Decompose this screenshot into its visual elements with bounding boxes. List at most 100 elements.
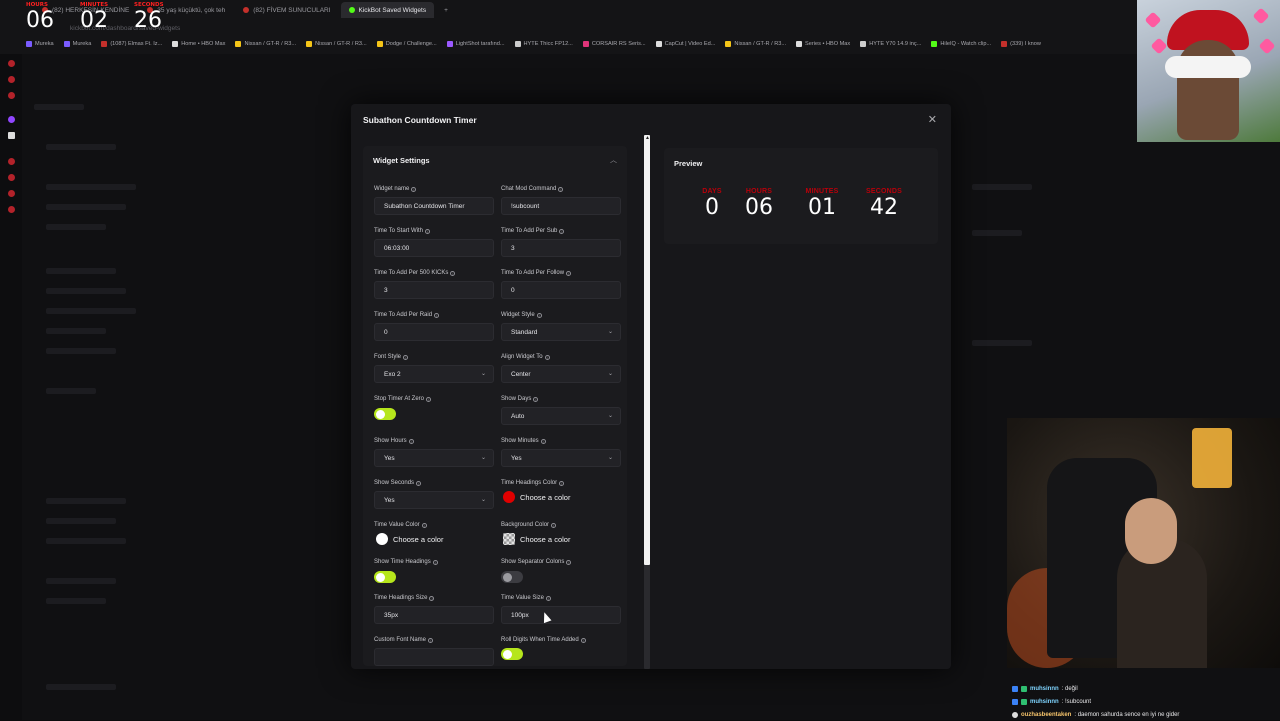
show-seconds-select[interactable]: Yes ⌄	[374, 491, 494, 509]
instagram-icon[interactable]	[8, 158, 15, 165]
time-value-color-picker[interactable]: Choose a color	[376, 533, 443, 545]
youtube-icon[interactable]	[8, 76, 15, 83]
new-tab-button[interactable]: +	[436, 2, 456, 18]
show-days-label: Show Days i	[501, 396, 539, 402]
info-icon[interactable]: i	[558, 186, 564, 192]
bookmark-item[interactable]: LightShot tarafınd...	[446, 38, 505, 50]
bookmark-item[interactable]: HYTE Thicc FP12...	[514, 38, 573, 50]
bookmark-item[interactable]: CORSAIR RS Seris...	[582, 38, 646, 50]
info-icon[interactable]: i	[566, 270, 572, 276]
time-per-raid-input[interactable]: 0	[374, 323, 494, 341]
time-to-start-input[interactable]: 06:03:00	[374, 239, 494, 257]
chat-mod-command-input[interactable]: !subcount	[501, 197, 621, 215]
time-per-follow-input[interactable]: 0	[501, 281, 621, 299]
show-days-select[interactable]: Auto ⌄	[501, 407, 621, 425]
align-widget-select[interactable]: Center ⌄	[501, 365, 621, 383]
background-color-picker[interactable]: Choose a color	[503, 533, 570, 545]
info-icon[interactable]: i	[429, 595, 435, 601]
info-icon[interactable]: i	[411, 186, 417, 192]
browser-tab-active[interactable]: KickBot Saved Widgets	[340, 2, 435, 18]
info-icon[interactable]: i	[551, 522, 557, 528]
show-hours-select[interactable]: Yes ⌄	[374, 449, 494, 467]
bookmark-item[interactable]: HYTE Y70 14.9 inç...	[860, 38, 921, 50]
browser-tab[interactable]: (82) FİVEM SUNUCULARI	[235, 2, 338, 18]
browser-chrome: (82) HERKESİN KENDİNE 35 yaş küçüktü, ço…	[0, 0, 1280, 54]
bookmark-item[interactable]: Nissan / GT-R / R3...	[725, 38, 786, 50]
ghost-row	[972, 340, 1032, 346]
bookmark-item[interactable]: (1087) Elmas Ft. Iz...	[101, 38, 162, 50]
font-style-label: Font Style i	[374, 354, 409, 360]
bookmark-item[interactable]: Nissan / GT-R / R3...	[235, 38, 296, 50]
time-per-sub-input[interactable]: 3	[501, 239, 621, 257]
heart-icon	[1258, 37, 1276, 55]
youtube-icon[interactable]	[8, 60, 15, 67]
info-icon[interactable]: i	[544, 354, 550, 360]
bookmark-item[interactable]: Series • HBO Max	[796, 38, 850, 50]
align-widget-label: Align Widget To i	[501, 354, 550, 360]
time-headings-color-picker[interactable]: Choose a color	[503, 491, 570, 503]
info-icon[interactable]: i	[432, 559, 438, 565]
bookmark-item[interactable]: Home • HBO Max	[172, 38, 225, 50]
bookmark-item[interactable]: Mureka	[26, 38, 54, 50]
info-icon[interactable]: i	[425, 228, 431, 234]
info-icon[interactable]: i	[416, 480, 422, 486]
info-icon[interactable]: i	[546, 595, 552, 601]
custom-font-name-input[interactable]	[374, 648, 494, 666]
chevron-up-icon[interactable]: ︿	[610, 155, 617, 165]
info-icon[interactable]: i	[428, 637, 434, 643]
bookmark-item[interactable]: Nissan / GT-R / R3...	[306, 38, 367, 50]
stop-at-zero-toggle[interactable]	[374, 408, 396, 420]
ghost-row	[46, 578, 116, 584]
widget-name-input[interactable]: Subathon Countdown Timer	[374, 197, 494, 215]
time-per-raid-label: Time To Add Per Raid i	[374, 312, 440, 318]
ghost-row	[46, 224, 106, 230]
info-icon[interactable]: i	[559, 228, 565, 234]
show-minutes-select[interactable]: Yes ⌄	[501, 449, 621, 467]
roll-digits-toggle[interactable]	[501, 648, 523, 660]
bookmark-item[interactable]: (339) I know	[1001, 38, 1041, 50]
info-icon[interactable]: i	[540, 438, 546, 444]
info-icon[interactable]: i	[421, 522, 427, 528]
bookmark-item[interactable]: HileIQ - Watch clip...	[931, 38, 991, 50]
ghost-row	[46, 204, 126, 210]
info-icon[interactable]: i	[580, 637, 586, 643]
info-icon[interactable]: i	[533, 396, 539, 402]
webcam-head	[1125, 498, 1177, 564]
stream-timer-hours: HOURS 06	[26, 2, 54, 33]
ghost-row	[46, 184, 136, 190]
time-headings-size-input[interactable]: 35px	[374, 606, 494, 624]
info-icon[interactable]: i	[536, 312, 542, 318]
show-separator-colons-toggle[interactable]	[501, 571, 523, 583]
whatsapp-icon[interactable]	[8, 174, 15, 181]
info-icon[interactable]: i	[403, 354, 409, 360]
font-style-select[interactable]: Exo 2 ⌄	[374, 365, 494, 383]
bookmark-icon	[26, 41, 32, 47]
scrollbar-thumb[interactable]	[644, 135, 650, 565]
bookmark-item[interactable]: Dodge / Challenge...	[376, 38, 437, 50]
scroll-up-arrow[interactable]: ▲	[645, 135, 650, 141]
twitch-icon[interactable]	[8, 116, 15, 123]
youtube-icon[interactable]	[8, 92, 15, 99]
bookmark-icon	[376, 41, 383, 47]
address-bar[interactable]: kickbot.com/dashboard/saved-widgets	[70, 22, 1110, 34]
widget-style-select[interactable]: Standard ⌄	[501, 323, 621, 341]
info-icon[interactable]: i	[566, 559, 572, 565]
info-icon[interactable]: i	[434, 312, 440, 318]
close-icon[interactable]: ✕	[928, 113, 937, 126]
bookmark-item[interactable]: CapCut | Video Ed...	[655, 38, 715, 50]
bookmark-item[interactable]: Mureka	[63, 38, 91, 50]
chevron-down-icon: ⌄	[480, 371, 486, 377]
info-icon[interactable]: i	[426, 396, 432, 402]
info-icon[interactable]: i	[559, 480, 565, 486]
gear-icon[interactable]	[8, 206, 15, 213]
time-per-500-kicks-input[interactable]: 3	[374, 281, 494, 299]
bookmark-icon	[796, 41, 803, 47]
time-value-size-input[interactable]: 100px	[501, 606, 621, 624]
show-time-headings-toggle[interactable]	[374, 571, 396, 583]
transparent-swatch	[503, 533, 515, 545]
x-icon[interactable]	[8, 132, 15, 139]
info-icon[interactable]: i	[408, 438, 414, 444]
user-badge-icon	[1012, 711, 1018, 718]
pinterest-icon[interactable]	[8, 190, 15, 197]
info-icon[interactable]: i	[450, 270, 456, 276]
